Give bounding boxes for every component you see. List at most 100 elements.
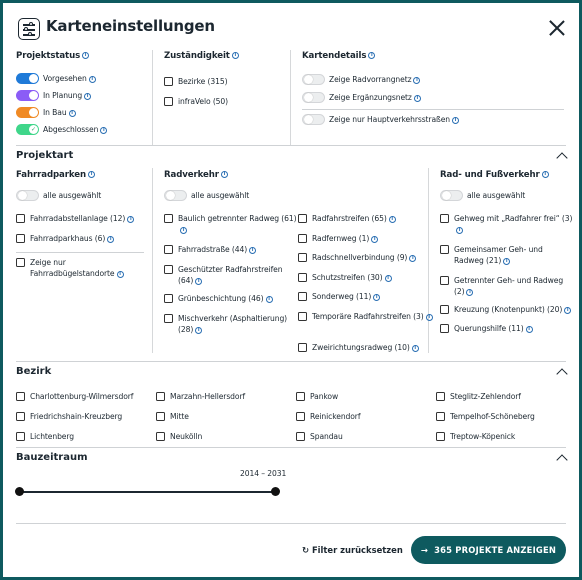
- fahrradbuegel-checkbox[interactable]: [16, 258, 25, 267]
- bezirk-label: Pankow: [310, 392, 339, 401]
- bezirk-label: Tempelhof-Schöneberg: [450, 412, 535, 421]
- bezirk-checkbox[interactable]: [16, 392, 25, 401]
- radvorrangnetz-label: Zeige Radvorrangnetz i: [329, 74, 421, 85]
- bezirk-checkbox[interactable]: [436, 412, 445, 421]
- projektart-label: Temporäre Radfahrstreifen (3) i: [312, 311, 437, 322]
- bezirk-label: Marzahn-Hellersdorf: [170, 392, 246, 401]
- bezirk-label: Reinickendorf: [310, 412, 361, 421]
- reset-filter-button[interactable]: ↻ Filter zurücksetzen: [302, 545, 403, 555]
- divider: [16, 145, 566, 146]
- fahrradabstellanlage-label: Fahrradabstellanlage (12) i: [30, 213, 135, 224]
- projektart-checkbox[interactable]: [164, 265, 173, 274]
- fussverkehr-heading: Rad- und Fußverkehr i: [440, 170, 549, 180]
- bezirke-checkbox[interactable]: [164, 77, 173, 86]
- divider: [16, 523, 566, 524]
- zustaendigkeit-heading: Zuständigkeit i: [164, 51, 239, 61]
- close-icon[interactable]: [547, 18, 567, 38]
- fahrradparken-all-label: alle ausgewählt: [43, 191, 102, 200]
- projektart-checkbox[interactable]: [164, 214, 173, 223]
- projektart-label: Mischverkehr (Asphaltierung) (28) i: [178, 314, 288, 334]
- projektart-label: Radfernweg (1) i: [312, 233, 437, 244]
- bezirk-checkbox[interactable]: [436, 392, 445, 401]
- projektart-label: Querungshilfe (11) i: [454, 323, 580, 334]
- divider: [152, 50, 153, 145]
- status-toggle[interactable]: [16, 73, 39, 84]
- radvorrangnetz-toggle[interactable]: [302, 74, 325, 85]
- bezirk-checkbox[interactable]: [296, 392, 305, 401]
- fahrradabstellanlage-checkbox[interactable]: [16, 214, 25, 223]
- info-icon: i: [82, 52, 90, 59]
- projektart-checkbox[interactable]: [298, 292, 307, 301]
- status-label: In Bau i: [43, 107, 76, 118]
- ergaenzungsnetz-toggle[interactable]: [302, 92, 325, 103]
- bezirk-heading: Bezirk: [16, 366, 52, 377]
- projektart-label: Zweirichtungsradweg (10) i: [312, 342, 437, 353]
- projektart-checkbox[interactable]: [440, 245, 449, 254]
- projektart-label: Radfahrstreifen (65) i: [312, 213, 437, 224]
- projektart-checkbox[interactable]: [164, 294, 173, 303]
- projektart-label: Gehweg mit „Radfahrer frei“ (3)i: [454, 214, 573, 234]
- projektart-checkbox[interactable]: [298, 273, 307, 282]
- bezirk-checkbox[interactable]: [156, 412, 165, 421]
- projektart-label: Getrennter Geh- und Radweg (2) i: [454, 276, 564, 296]
- fahrradparkhaus-label: Fahrradparkhaus (6) i: [30, 233, 115, 244]
- bezirk-checkbox[interactable]: [436, 432, 445, 441]
- divider: [16, 447, 566, 448]
- projektart-checkbox[interactable]: [440, 276, 449, 285]
- fahrradparken-all-toggle[interactable]: [16, 190, 39, 201]
- hauptverkehrsstrassen-label: Zeige nur Hauptverkehrsstraßen i: [329, 114, 459, 125]
- bezirk-checkbox[interactable]: [16, 432, 25, 441]
- status-toggle[interactable]: [16, 90, 39, 101]
- hauptverkehrsstrassen-toggle[interactable]: [302, 114, 325, 125]
- projektart-checkbox[interactable]: [440, 214, 449, 223]
- reset-icon: ↻: [302, 545, 312, 555]
- radverkehr-all-toggle[interactable]: [164, 190, 187, 201]
- kartendetails-heading: Kartendetails i: [302, 51, 376, 61]
- projektart-checkbox[interactable]: [164, 314, 173, 323]
- projektart-label: Fahrradstraße (44) i: [178, 244, 303, 255]
- status-toggle[interactable]: ✓: [16, 124, 39, 135]
- projektart-checkbox[interactable]: [440, 305, 449, 314]
- status-label: Vorgesehen i: [43, 73, 96, 84]
- projektart-label: Kreuzung (Knotenpunkt) (20) i: [454, 304, 580, 315]
- bezirk-checkbox[interactable]: [296, 412, 305, 421]
- projektart-label: Schutzstreifen (30) i: [312, 272, 437, 283]
- projektart-checkbox[interactable]: [298, 234, 307, 243]
- status-label: In Planung i: [43, 90, 92, 101]
- projektart-checkbox[interactable]: [164, 245, 173, 254]
- slider-handle-start[interactable]: [15, 487, 24, 496]
- projektart-checkbox[interactable]: [298, 214, 307, 223]
- divider: [16, 361, 566, 362]
- slider-track[interactable]: [20, 491, 276, 493]
- filter-sliders-icon: [18, 18, 40, 40]
- bezirk-label: Treptow-Köpenick: [450, 432, 516, 441]
- bezirk-label: Charlottenburg-Wilmersdorf: [30, 392, 134, 401]
- fahrradbuegel-label: Zeige nur Fahrradbügelstandorte i: [30, 257, 124, 279]
- bezirk-checkbox[interactable]: [16, 412, 25, 421]
- show-projects-button[interactable]: → 365 PROJEKTE ANZEIGEN: [411, 536, 566, 564]
- projektart-label: Radschnellverbindung (9) i: [312, 252, 437, 263]
- projektart-label: Geschützter Radfahrstreifen (64) i: [178, 265, 283, 285]
- infravelo-checkbox[interactable]: [164, 97, 173, 106]
- slider-handle-end[interactable]: [271, 487, 280, 496]
- fahrradparken-heading: Fahrradparken i: [16, 170, 96, 180]
- projektstatus-heading: Projektstatus i: [16, 51, 90, 61]
- fahrradparkhaus-checkbox[interactable]: [16, 234, 25, 243]
- status-toggle[interactable]: [16, 107, 39, 118]
- projektart-heading: Projektart: [16, 150, 74, 161]
- projektart-checkbox[interactable]: [440, 324, 449, 333]
- divider: [302, 109, 564, 110]
- bezirk-checkbox[interactable]: [156, 392, 165, 401]
- projektart-checkbox[interactable]: [298, 343, 307, 352]
- bezirk-checkbox[interactable]: [156, 432, 165, 441]
- projektart-checkbox[interactable]: [298, 253, 307, 262]
- bezirk-label: Spandau: [310, 432, 343, 441]
- projektart-checkbox[interactable]: [298, 312, 307, 321]
- bezirke-label: Bezirke (315): [178, 77, 228, 86]
- fussverkehr-all-toggle[interactable]: [440, 190, 463, 201]
- status-label: Abgeschlossen i: [43, 124, 108, 135]
- divider: [16, 252, 144, 253]
- bauzeitraum-heading: Bauzeitraum: [16, 452, 88, 463]
- bezirk-checkbox[interactable]: [296, 432, 305, 441]
- arrow-right-icon: →: [420, 545, 429, 555]
